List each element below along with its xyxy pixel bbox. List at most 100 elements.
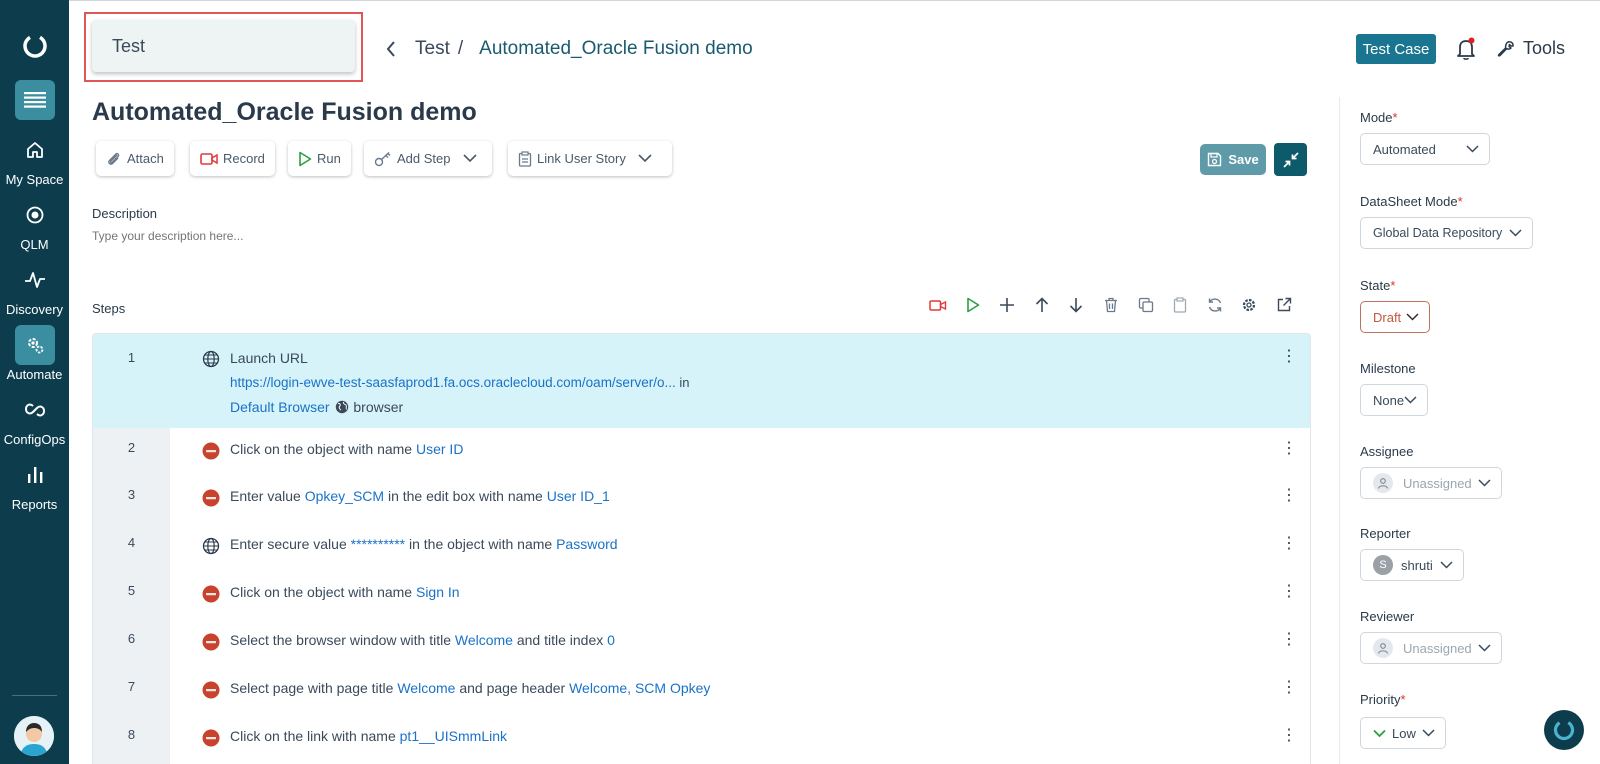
table-row[interactable]: 5 Click on the object with name Sign In ⋮ (93, 571, 1310, 619)
chevron-down-icon (1509, 229, 1522, 237)
link-user-story-button[interactable]: Link User Story (508, 141, 672, 176)
menu-toggle-button[interactable] (14, 80, 55, 120)
datasheet-mode-select[interactable]: Global Data Repository (1360, 217, 1533, 249)
sidebar-item-reports[interactable]: Reports (0, 455, 69, 512)
table-row[interactable]: 8 Click on the link with name pt1__UISmmL… (93, 715, 1310, 763)
add-step-button[interactable]: Add Step (364, 141, 492, 176)
open-tab-chip[interactable]: Test (92, 20, 355, 72)
milestone-select[interactable]: None (1360, 384, 1428, 416)
back-chevron-icon[interactable] (385, 40, 397, 58)
add-step-plus-button[interactable] (997, 295, 1017, 315)
step-more-menu-icon[interactable]: ⋮ (1281, 346, 1297, 366)
refresh-button[interactable] (1205, 295, 1225, 315)
reporter-avatar: S (1373, 555, 1393, 575)
step-param-value[interactable]: User ID_1 (547, 488, 610, 504)
reviewer-label: Reviewer (1360, 609, 1415, 624)
table-row[interactable]: 3 Enter value Opkey_SCM in the edit box w… (93, 475, 1310, 523)
pulse-icon (24, 272, 45, 288)
help-button[interactable] (1544, 710, 1584, 750)
save-button[interactable]: Save (1200, 144, 1266, 175)
step-more-menu-icon[interactable]: ⋮ (1281, 438, 1297, 458)
step-more-menu-icon[interactable]: ⋮ (1281, 533, 1297, 553)
sidebar-item-automate[interactable]: Automate (0, 325, 69, 382)
step-more-menu-icon[interactable]: ⋮ (1281, 485, 1297, 505)
video-record-icon (929, 299, 947, 311)
step-param-value[interactable]: Welcome (455, 632, 513, 648)
move-up-button[interactable] (1032, 295, 1052, 315)
step-keyword: Click on the link with name (230, 728, 400, 744)
step-text-line2: https://login-ewve-test-saasfaprod1.fa.o… (230, 375, 689, 390)
copy-step-button[interactable] (1136, 295, 1156, 315)
sidebar-item-qlm[interactable]: QLM (0, 195, 69, 252)
step-param-value[interactable]: Opkey_SCM (305, 488, 384, 504)
app-logo-icon[interactable] (21, 32, 49, 60)
state-select[interactable]: Draft (1360, 301, 1430, 333)
reporter-select[interactable]: Sshruti (1360, 549, 1464, 581)
step-more-menu-icon[interactable]: ⋮ (1281, 581, 1297, 601)
sidebar-item-my-space[interactable]: My Space (0, 130, 69, 187)
record-button[interactable]: Record (190, 141, 275, 176)
paste-step-button[interactable] (1170, 295, 1190, 315)
step-text-line3: Default Browser browser (230, 399, 403, 415)
step-param-value[interactable]: 0 (607, 632, 615, 648)
step-param-value[interactable]: Welcome, SCM Opkey (569, 680, 710, 696)
step-keyword: Select the browser window with title (230, 632, 455, 648)
plus-icon (1000, 298, 1015, 312)
step-more-menu-icon[interactable]: ⋮ (1281, 677, 1297, 697)
open-external-button[interactable] (1274, 295, 1294, 315)
priority-select[interactable]: Low (1360, 717, 1446, 749)
sidebar-item-label: Automate (6, 367, 63, 382)
step-param-value[interactable]: Welcome (397, 680, 455, 696)
sidebar-item-label: ConfigOps (3, 432, 66, 447)
step-param-value[interactable]: pt1__UISmmLink (400, 728, 507, 744)
mode-select[interactable]: Automated (1360, 133, 1490, 165)
video-record-icon (200, 152, 218, 165)
chevron-down-green-icon (1373, 729, 1386, 737)
trash-icon (1104, 297, 1117, 313)
step-text: Click on the link with name pt1__UISmmLi… (230, 728, 507, 744)
sidebar-item-discovery[interactable]: Discovery (0, 260, 69, 317)
move-down-button[interactable] (1066, 295, 1086, 315)
assignee-select[interactable]: Unassigned (1360, 467, 1502, 499)
target-icon (26, 206, 43, 224)
description-input[interactable] (92, 229, 692, 243)
table-row[interactable]: 7 Select page with page title Welcome and… (93, 667, 1310, 715)
attach-button[interactable]: Attach (96, 141, 174, 176)
step-more-menu-icon[interactable]: ⋮ (1281, 629, 1297, 649)
step-text: Select page with page title Welcome and … (230, 680, 710, 696)
step-more-menu-icon[interactable]: ⋮ (1281, 725, 1297, 745)
step-text: Launch URL (230, 350, 308, 366)
arrow-up-icon (1035, 297, 1048, 312)
step-number: 1 (127, 350, 136, 365)
key-icon (374, 151, 391, 166)
step-param-value[interactable]: Sign In (416, 584, 460, 600)
breadcrumb-separator: / (457, 38, 464, 59)
user-avatar[interactable] (14, 716, 54, 756)
table-row[interactable]: 4 Enter secure value ********** in the ob… (93, 523, 1310, 571)
step-keyword: in the edit box with name (384, 488, 547, 504)
sidebar-item-configops[interactable]: ConfigOps (0, 390, 69, 447)
browser-value[interactable]: Default Browser (230, 399, 330, 415)
step-keyword: Enter value (230, 488, 305, 504)
table-row[interactable]: 6 Select the browser window with title We… (93, 619, 1310, 667)
collapse-button[interactable] (1274, 143, 1307, 176)
record-step-button[interactable] (928, 295, 948, 315)
delete-step-button[interactable] (1101, 295, 1121, 315)
link-user-story-label: Link User Story (537, 151, 626, 166)
table-row[interactable]: 1 Launch URL https://login-ewve-test-saa… (93, 334, 1310, 428)
test-case-badge[interactable]: Test Case (1356, 34, 1436, 64)
table-row[interactable]: 2 Click on the object with name User ID ⋮ (93, 428, 1310, 476)
notification-bell-icon[interactable] (1454, 36, 1478, 62)
url-value[interactable]: https://login-ewve-test-saasfaprod1.fa.o… (230, 375, 676, 390)
tools-menu[interactable]: Tools (1497, 38, 1565, 59)
step-param-value[interactable]: User ID (416, 441, 463, 457)
run-button[interactable]: Run (288, 141, 351, 176)
step-settings-button[interactable] (1239, 295, 1259, 315)
reviewer-select[interactable]: Unassigned (1360, 632, 1502, 664)
run-step-button[interactable] (963, 295, 983, 315)
arrow-down-icon (1070, 298, 1083, 313)
mode-value: Automated (1373, 141, 1436, 157)
breadcrumb-parent[interactable]: Test (415, 38, 450, 60)
step-param-value[interactable]: Password (556, 536, 617, 552)
step-param-value[interactable]: ********** (351, 536, 405, 552)
